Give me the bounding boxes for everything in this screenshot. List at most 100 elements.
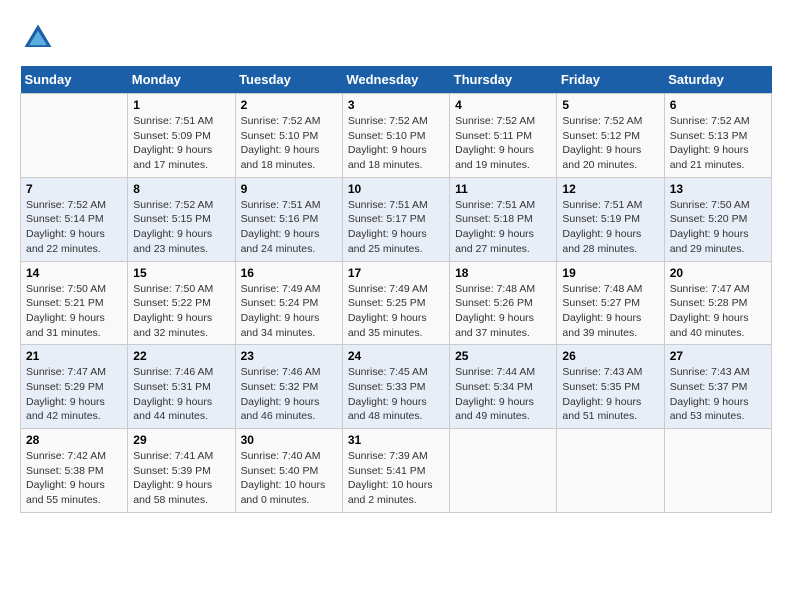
calendar-cell: 7 Sunrise: 7:52 AM Sunset: 5:14 PM Daylig… [21,177,128,261]
day-number: 22 [133,349,229,363]
day-info: Sunrise: 7:51 AM Sunset: 5:16 PM Dayligh… [241,198,337,257]
day-number: 24 [348,349,444,363]
day-info: Sunrise: 7:48 AM Sunset: 5:26 PM Dayligh… [455,282,551,341]
day-info: Sunrise: 7:43 AM Sunset: 5:37 PM Dayligh… [670,365,766,424]
calendar-cell: 2 Sunrise: 7:52 AM Sunset: 5:10 PM Daylig… [235,94,342,178]
day-info: Sunrise: 7:51 AM Sunset: 5:17 PM Dayligh… [348,198,444,257]
day-info: Sunrise: 7:44 AM Sunset: 5:34 PM Dayligh… [455,365,551,424]
day-number: 1 [133,98,229,112]
day-number: 7 [26,182,122,196]
day-info: Sunrise: 7:52 AM Sunset: 5:10 PM Dayligh… [241,114,337,173]
day-info: Sunrise: 7:46 AM Sunset: 5:31 PM Dayligh… [133,365,229,424]
calendar-cell: 28 Sunrise: 7:42 AM Sunset: 5:38 PM Dayli… [21,429,128,513]
calendar-cell: 27 Sunrise: 7:43 AM Sunset: 5:37 PM Dayli… [664,345,771,429]
calendar-cell: 8 Sunrise: 7:52 AM Sunset: 5:15 PM Daylig… [128,177,235,261]
day-number: 20 [670,266,766,280]
day-number: 26 [562,349,658,363]
calendar-cell [450,429,557,513]
day-info: Sunrise: 7:51 AM Sunset: 5:09 PM Dayligh… [133,114,229,173]
day-info: Sunrise: 7:52 AM Sunset: 5:14 PM Dayligh… [26,198,122,257]
day-of-week-header: Wednesday [342,66,449,94]
calendar-table: SundayMondayTuesdayWednesdayThursdayFrid… [20,66,772,513]
day-number: 25 [455,349,551,363]
day-number: 31 [348,433,444,447]
calendar-cell [21,94,128,178]
day-number: 5 [562,98,658,112]
calendar-cell: 29 Sunrise: 7:41 AM Sunset: 5:39 PM Dayli… [128,429,235,513]
day-number: 27 [670,349,766,363]
day-info: Sunrise: 7:50 AM Sunset: 5:21 PM Dayligh… [26,282,122,341]
calendar-cell: 6 Sunrise: 7:52 AM Sunset: 5:13 PM Daylig… [664,94,771,178]
calendar-cell: 17Sunrise: 7:49 AM Sunset: 5:25 PM Dayli… [342,261,449,345]
day-of-week-header: Tuesday [235,66,342,94]
calendar-cell: 22 Sunrise: 7:46 AM Sunset: 5:31 PM Dayli… [128,345,235,429]
calendar-cell: 5 Sunrise: 7:52 AM Sunset: 5:12 PM Daylig… [557,94,664,178]
day-number: 2 [241,98,337,112]
calendar-cell: 30Sunrise: 7:40 AM Sunset: 5:40 PM Dayli… [235,429,342,513]
day-info: Sunrise: 7:42 AM Sunset: 5:38 PM Dayligh… [26,449,122,508]
day-number: 3 [348,98,444,112]
day-info: Sunrise: 7:45 AM Sunset: 5:33 PM Dayligh… [348,365,444,424]
day-info: Sunrise: 7:49 AM Sunset: 5:24 PM Dayligh… [241,282,337,341]
day-number: 4 [455,98,551,112]
day-info: Sunrise: 7:52 AM Sunset: 5:10 PM Dayligh… [348,114,444,173]
calendar-cell: 24 Sunrise: 7:45 AM Sunset: 5:33 PM Dayli… [342,345,449,429]
day-number: 23 [241,349,337,363]
day-info: Sunrise: 7:47 AM Sunset: 5:28 PM Dayligh… [670,282,766,341]
day-number: 15 [133,266,229,280]
day-of-week-header: Sunday [21,66,128,94]
logo-icon [20,20,56,56]
day-number: 29 [133,433,229,447]
day-number: 28 [26,433,122,447]
day-info: Sunrise: 7:41 AM Sunset: 5:39 PM Dayligh… [133,449,229,508]
day-number: 9 [241,182,337,196]
calendar-cell: 16Sunrise: 7:49 AM Sunset: 5:24 PM Dayli… [235,261,342,345]
logo [20,20,60,56]
calendar-cell: 20 Sunrise: 7:47 AM Sunset: 5:28 PM Dayli… [664,261,771,345]
calendar-week-row: 1 Sunrise: 7:51 AM Sunset: 5:09 PM Daylig… [21,94,772,178]
day-number: 30 [241,433,337,447]
day-info: Sunrise: 7:51 AM Sunset: 5:18 PM Dayligh… [455,198,551,257]
day-number: 14 [26,266,122,280]
day-number: 6 [670,98,766,112]
day-number: 19 [562,266,658,280]
day-info: Sunrise: 7:43 AM Sunset: 5:35 PM Dayligh… [562,365,658,424]
calendar-cell [557,429,664,513]
calendar-cell: 9 Sunrise: 7:51 AM Sunset: 5:16 PM Daylig… [235,177,342,261]
day-number: 21 [26,349,122,363]
day-of-week-header: Friday [557,66,664,94]
calendar-cell: 21Sunrise: 7:47 AM Sunset: 5:29 PM Dayli… [21,345,128,429]
day-number: 17 [348,266,444,280]
calendar-cell [664,429,771,513]
calendar-week-row: 28 Sunrise: 7:42 AM Sunset: 5:38 PM Dayli… [21,429,772,513]
calendar-cell: 18Sunrise: 7:48 AM Sunset: 5:26 PM Dayli… [450,261,557,345]
calendar-week-row: 7 Sunrise: 7:52 AM Sunset: 5:14 PM Daylig… [21,177,772,261]
day-info: Sunrise: 7:51 AM Sunset: 5:19 PM Dayligh… [562,198,658,257]
day-info: Sunrise: 7:39 AM Sunset: 5:41 PM Dayligh… [348,449,444,508]
day-info: Sunrise: 7:52 AM Sunset: 5:13 PM Dayligh… [670,114,766,173]
day-info: Sunrise: 7:50 AM Sunset: 5:22 PM Dayligh… [133,282,229,341]
day-number: 11 [455,182,551,196]
day-info: Sunrise: 7:52 AM Sunset: 5:12 PM Dayligh… [562,114,658,173]
calendar-cell: 23 Sunrise: 7:46 AM Sunset: 5:32 PM Dayli… [235,345,342,429]
calendar-cell: 31 Sunrise: 7:39 AM Sunset: 5:41 PM Dayli… [342,429,449,513]
calendar-header: SundayMondayTuesdayWednesdayThursdayFrid… [21,66,772,94]
calendar-cell: 25 Sunrise: 7:44 AM Sunset: 5:34 PM Dayli… [450,345,557,429]
calendar-cell: 14 Sunrise: 7:50 AM Sunset: 5:21 PM Dayli… [21,261,128,345]
page-header [20,20,772,56]
calendar-cell: 10Sunrise: 7:51 AM Sunset: 5:17 PM Dayli… [342,177,449,261]
day-info: Sunrise: 7:46 AM Sunset: 5:32 PM Dayligh… [241,365,337,424]
day-info: Sunrise: 7:52 AM Sunset: 5:15 PM Dayligh… [133,198,229,257]
day-number: 12 [562,182,658,196]
calendar-week-row: 14 Sunrise: 7:50 AM Sunset: 5:21 PM Dayli… [21,261,772,345]
day-of-week-header: Saturday [664,66,771,94]
calendar-cell: 15 Sunrise: 7:50 AM Sunset: 5:22 PM Dayli… [128,261,235,345]
day-number: 13 [670,182,766,196]
calendar-cell: 12 Sunrise: 7:51 AM Sunset: 5:19 PM Dayli… [557,177,664,261]
day-info: Sunrise: 7:48 AM Sunset: 5:27 PM Dayligh… [562,282,658,341]
calendar-cell: 13Sunrise: 7:50 AM Sunset: 5:20 PM Dayli… [664,177,771,261]
day-info: Sunrise: 7:52 AM Sunset: 5:11 PM Dayligh… [455,114,551,173]
calendar-cell: 26 Sunrise: 7:43 AM Sunset: 5:35 PM Dayli… [557,345,664,429]
day-number: 8 [133,182,229,196]
calendar-week-row: 21Sunrise: 7:47 AM Sunset: 5:29 PM Dayli… [21,345,772,429]
